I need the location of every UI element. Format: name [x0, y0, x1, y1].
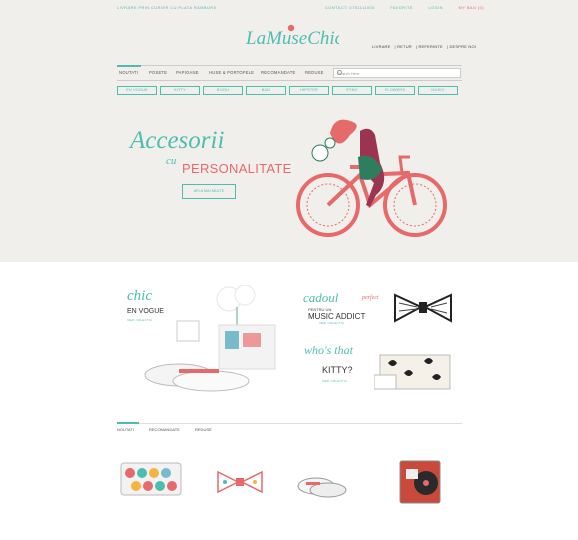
tab-noutati[interactable]: NOUTATI — [117, 427, 134, 432]
category-flowers[interactable]: FLOWERS — [375, 86, 415, 95]
promo-music-script2: perfect — [362, 295, 379, 301]
logo-text: LaMuseChic — [245, 28, 339, 49]
product-flat-shoes[interactable] — [296, 470, 348, 498]
nav-item-posete[interactable]: POSETE — [149, 70, 167, 75]
tab-active-indicator — [117, 422, 139, 424]
promo-kitty-script: who's that — [304, 343, 353, 357]
promo-kitty-title: KITTY? — [322, 365, 353, 375]
despre-noi-link[interactable]: DESPRE NOI — [449, 44, 476, 49]
category-bad[interactable]: BAD — [246, 86, 286, 95]
nav-item-huse-portofele[interactable]: HUSE & PORTOFELE — [209, 70, 254, 75]
promo-music-title: MUSIC ADDICT — [308, 312, 366, 321]
bicycle-girl-illustration — [296, 119, 447, 237]
my-bag-link[interactable]: MY BAG (0) — [458, 5, 484, 10]
favorite-link[interactable]: FAVORITE — [390, 5, 413, 10]
promo-kitty[interactable]: who's that KITTY? VEZI COLECTIA — [296, 343, 461, 398]
kitty-clutch-photo — [374, 354, 451, 390]
product-owl-wallet[interactable] — [120, 462, 182, 496]
contact-link[interactable]: CONTACT: 0751111000 — [325, 5, 375, 10]
category-filters: EN VOGUE KITTY BIJOU BAD HIPSTER ETNO FL… — [117, 86, 462, 95]
product-bow-tie[interactable] — [215, 468, 265, 496]
learn-more-button[interactable]: AFLA MAI MULTE — [182, 184, 236, 199]
nav-active-indicator — [117, 65, 141, 67]
category-kitty[interactable]: KITTY — [160, 86, 200, 95]
nav-item-noutati[interactable]: NOUTATI — [119, 70, 138, 75]
shoes-bag-photo — [144, 285, 276, 392]
product-vinyl-case[interactable] — [398, 459, 442, 505]
livrare-link[interactable]: LIVRARE — [372, 44, 391, 49]
bow-tie-photo — [394, 293, 452, 323]
promo-en-vogue[interactable]: chic EN VOGUE VEZI COLECTIA — [117, 285, 287, 400]
product-tabs: NOUTATI RECOMANDATE REDUSE — [117, 422, 462, 432]
nav-item-recomandate[interactable]: RECOMANDATE — [261, 70, 295, 75]
tab-reduse[interactable]: REDUSE — [195, 427, 212, 432]
retur-link[interactable]: RETUR — [397, 44, 412, 49]
search-input[interactable]: Search Here — [333, 68, 461, 78]
site-logo[interactable]: LaMuseChic — [244, 22, 339, 52]
info-links: LIVRARE | RETUR | REFERINTE | DESPRE NOI — [372, 44, 477, 49]
referinte-link[interactable]: REFERINTE — [418, 44, 442, 49]
top-bar: LIVRARE PRIN CURIER CU PLATA RAMBURS CON… — [0, 5, 578, 13]
promo-kitty-link[interactable]: VEZI COLECTIA — [322, 379, 347, 383]
category-hipster[interactable]: HIPSTER — [289, 86, 329, 95]
search-icon[interactable] — [337, 70, 342, 75]
nav-item-reduse[interactable]: REDUSE — [305, 70, 324, 75]
promo-music-script: cadoul — [303, 290, 339, 305]
hero-subtitle: PERSONALITATE — [182, 161, 292, 176]
category-bijou[interactable]: BIJOU — [203, 86, 243, 95]
nav-item-papioane[interactable]: PAPIOANE — [176, 70, 199, 75]
shipping-tagline: LIVRARE PRIN CURIER CU PLATA RAMBURS — [117, 5, 217, 10]
hero-title: Accesorii — [130, 127, 225, 154]
category-en-vogue[interactable]: EN VOGUE — [117, 86, 157, 95]
login-link[interactable]: LOGIN — [429, 5, 443, 10]
promo-music-link[interactable]: VEZI COLECTIA — [319, 321, 344, 325]
hero-cu: cu — [166, 155, 177, 167]
category-etno[interactable]: ETNO — [332, 86, 372, 95]
tab-recomandate[interactable]: RECOMANDATE — [149, 427, 180, 432]
category-music[interactable]: MUSIC — [418, 86, 458, 95]
promo-music-addict[interactable]: cadoul perfect PENTRU UN MUSIC ADDICT VE… — [296, 287, 461, 335]
